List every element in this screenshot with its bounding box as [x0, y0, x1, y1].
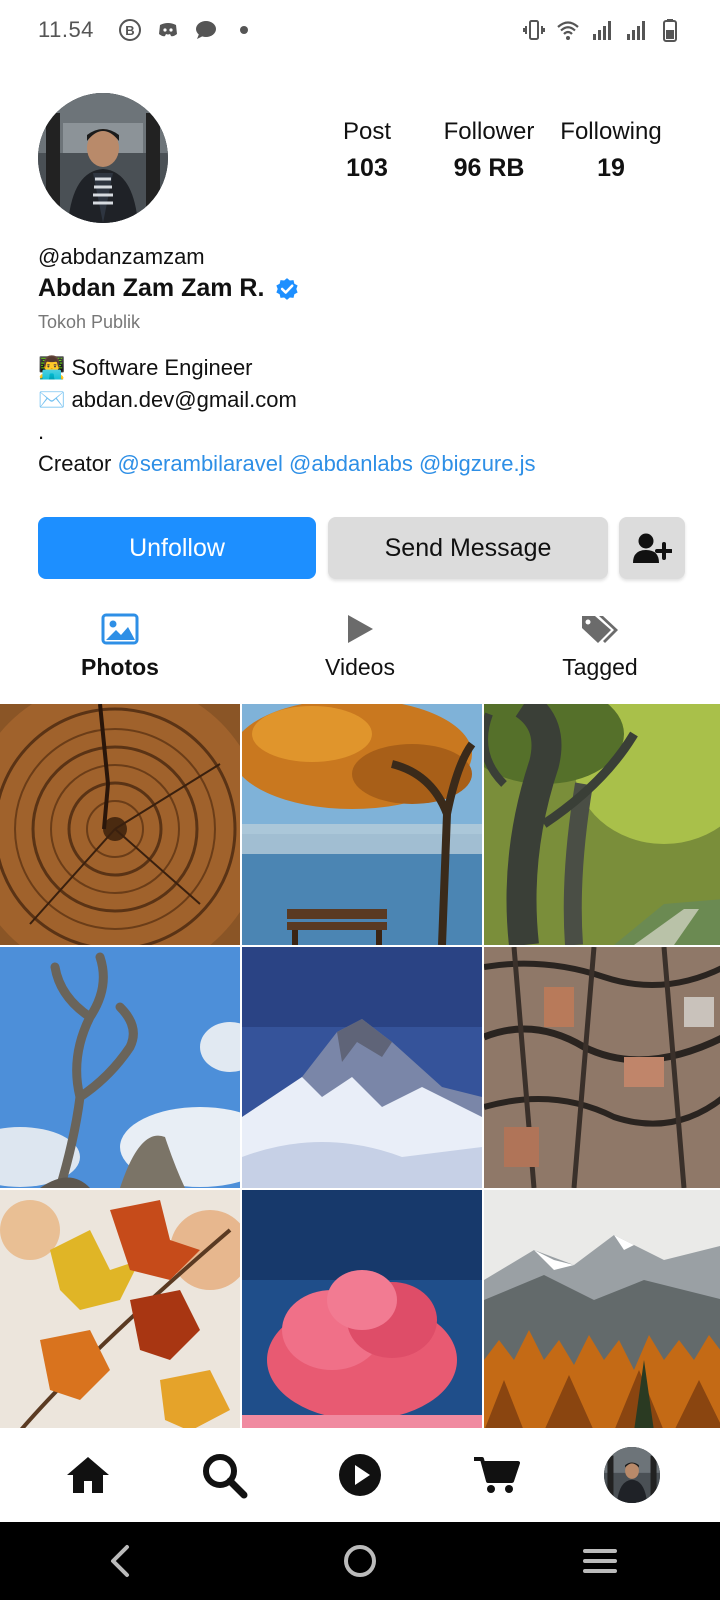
vibrate-icon	[523, 20, 545, 40]
photo-image	[484, 704, 720, 945]
photo-dead-tree-sky[interactable]	[0, 947, 240, 1188]
image-icon	[101, 613, 139, 645]
status-right	[522, 18, 682, 42]
stat-posts[interactable]: Post 103	[306, 118, 428, 183]
photo-image	[484, 1190, 720, 1431]
bio-link-abdanlabs[interactable]: @abdanlabs	[289, 451, 413, 476]
tab-icon-wrap	[101, 612, 139, 646]
profile-bio: 👨‍💻 Software Engineer ✉️ abdan.dev@gmail…	[38, 352, 536, 480]
profile-full-name: Abdan Zam Zam R.	[38, 274, 265, 302]
stat-followers[interactable]: Follower 96 RB	[428, 118, 550, 183]
avatar-photo	[38, 93, 168, 223]
tab-label: Photos	[81, 654, 159, 680]
play-icon	[348, 615, 373, 643]
system-home-button[interactable]	[330, 1531, 390, 1591]
dot-icon	[239, 26, 248, 34]
tab-icon-wrap	[580, 612, 620, 646]
tab-label: Tagged	[562, 654, 638, 680]
stat-value: 96 RB	[453, 154, 525, 182]
photo-autumn-tree-lake[interactable]	[242, 704, 482, 945]
back-chevron-icon	[111, 1545, 129, 1577]
system-nav-bar	[0, 1522, 720, 1600]
photo-mountain-autumn-forest[interactable]	[484, 1190, 720, 1431]
stat-value: 19	[597, 154, 625, 182]
bio-line-creator: Creator @serambilaravel @abdanlabs @bigz…	[38, 448, 536, 480]
system-back-button[interactable]	[90, 1531, 150, 1591]
photo-image	[0, 947, 240, 1188]
photo-snowy-mountain[interactable]	[242, 947, 482, 1188]
search-icon	[203, 1454, 248, 1499]
stat-label: Following	[560, 118, 662, 145]
nav-videos[interactable]	[330, 1445, 390, 1505]
status-left: 11.54 B	[38, 17, 256, 43]
nav-search[interactable]	[194, 1445, 254, 1505]
bottom-nav	[0, 1428, 720, 1522]
menu-lines-icon	[583, 1549, 617, 1573]
discord-icon	[158, 23, 177, 37]
tags-icon	[582, 616, 618, 643]
add-user-button[interactable]	[619, 517, 685, 579]
photo-image	[242, 947, 482, 1188]
photo-pink-tree[interactable]	[242, 1190, 482, 1431]
avatar-photo	[604, 1447, 660, 1503]
battery-icon	[663, 19, 677, 42]
profile-category: Tokoh Publik	[38, 312, 141, 332]
bio-line-email: ✉️ abdan.dev@gmail.com	[38, 387, 297, 412]
bio-link-serambilaravel[interactable]: @serambilaravel	[117, 451, 282, 476]
nav-shop[interactable]	[466, 1445, 526, 1505]
stat-label: Post	[342, 118, 392, 145]
photo-image	[484, 947, 720, 1188]
profile-stats: Post 103 Follower 96 RB Following 19	[306, 118, 672, 183]
send-message-button[interactable]: Send Message	[328, 517, 608, 579]
tab-tagged[interactable]: Tagged	[480, 612, 720, 682]
signal-icon	[593, 21, 611, 40]
svg-text:B: B	[125, 23, 134, 38]
bio-creator-prefix: Creator	[38, 451, 118, 476]
home-icon	[67, 1457, 109, 1493]
fullname-row: Abdan Zam Zam R.	[38, 274, 300, 303]
photo-tree-bark[interactable]	[484, 947, 720, 1188]
profile-username: @abdanzamzam	[38, 244, 205, 269]
unfollow-button[interactable]: Unfollow	[38, 517, 316, 579]
tab-label: Videos	[325, 654, 395, 680]
cart-icon	[474, 1457, 520, 1493]
profile-tabs: Photos Videos Tagged	[0, 612, 720, 682]
photo-image	[242, 704, 482, 945]
bio-link-bigzure[interactable]: @bigzure.js	[419, 451, 536, 476]
chat-icon	[195, 21, 216, 39]
profile-avatar[interactable]	[38, 93, 168, 223]
tab-icon-wrap	[345, 612, 375, 646]
tab-photos[interactable]: Photos	[0, 612, 240, 682]
nav-home[interactable]	[58, 1445, 118, 1505]
status-time: 11.54	[38, 17, 94, 42]
stat-label: Follower	[443, 118, 535, 145]
bio-line-job: 👨‍💻 Software Engineer	[38, 355, 253, 380]
photo-image	[242, 1190, 482, 1431]
stat-following[interactable]: Following 19	[550, 118, 672, 183]
status-bar: 11.54 B	[0, 0, 720, 60]
photo-grid	[0, 704, 720, 1431]
photo-image	[0, 1190, 240, 1431]
nav-profile[interactable]	[602, 1445, 662, 1505]
stat-value: 103	[346, 154, 388, 182]
play-circle-icon	[339, 1454, 381, 1496]
photo-tree-rings[interactable]	[0, 704, 240, 945]
system-menu-button[interactable]	[570, 1531, 630, 1591]
tab-videos[interactable]: Videos	[240, 612, 480, 682]
verified-badge-icon	[276, 277, 299, 300]
add-user-icon	[633, 533, 672, 563]
photo-autumn-leaves[interactable]	[0, 1190, 240, 1431]
photo-image	[0, 704, 240, 945]
bitcoin-icon: B	[118, 19, 141, 41]
bio-line-separator: .	[38, 419, 45, 444]
profile-avatar-small	[604, 1447, 660, 1503]
wifi-icon	[557, 21, 579, 40]
signal-icon	[627, 21, 645, 40]
home-circle-icon	[344, 1545, 376, 1577]
photo-tree-avenue[interactable]	[484, 704, 720, 945]
